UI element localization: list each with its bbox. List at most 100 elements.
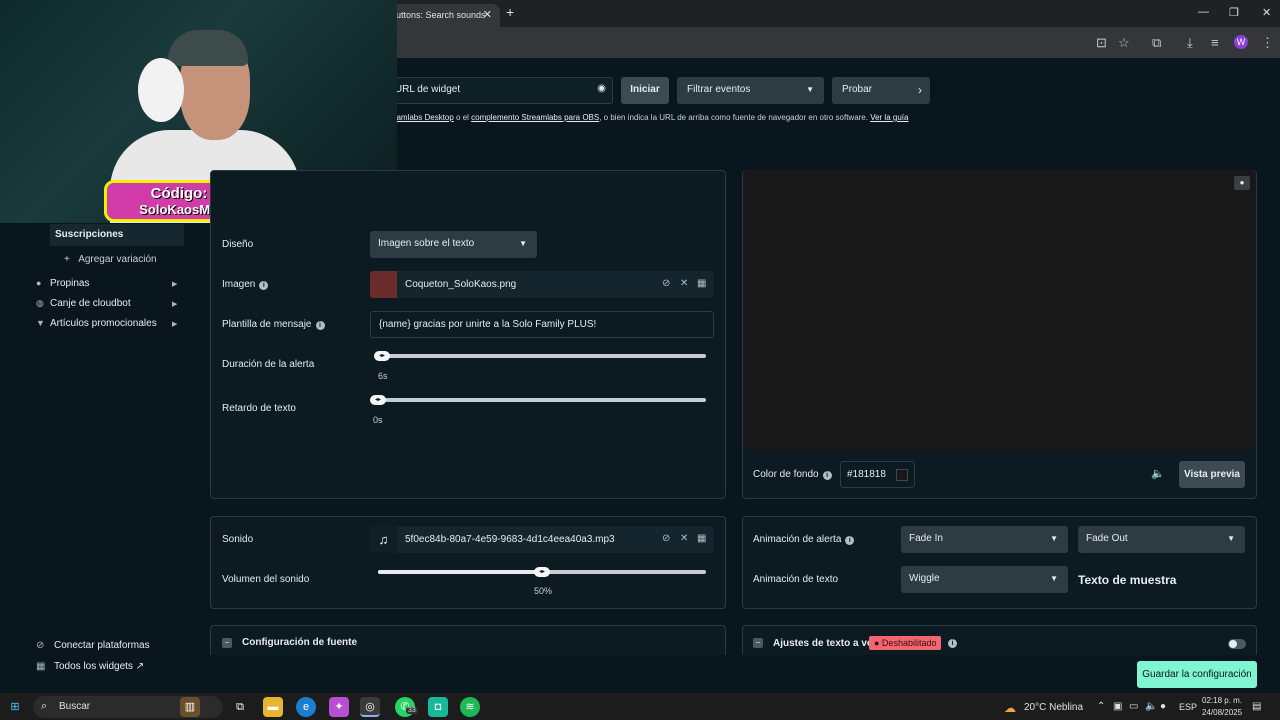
grid-icon[interactable]: ▦	[697, 278, 706, 289]
link-icon[interactable]: ⊘	[662, 278, 670, 289]
start-button[interactable]: Iniciar	[621, 77, 669, 104]
tray-icon[interactable]: ▣	[1113, 701, 1122, 712]
sound-file-name: 5f0ec84b-80a7-4e59-9683-4d1c4eea40a3.mp3	[405, 534, 615, 545]
info-icon[interactable]: i	[259, 281, 269, 290]
file-explorer-icon[interactable]: ▬	[263, 697, 283, 717]
language-indicator[interactable]: ESP	[1179, 702, 1197, 712]
menu-kebab-icon[interactable]: ⋮	[1261, 35, 1274, 51]
collapse-icon[interactable]: −	[222, 638, 232, 648]
obs-plugin-link[interactable]: complemento Streamlabs para OBS	[471, 113, 599, 122]
sidebar-item-subscriptions[interactable]: Suscripciones	[50, 224, 184, 246]
all-widgets-link[interactable]: ▦ Todos los widgets ↗	[36, 661, 144, 672]
bg-color-value: #181818	[847, 469, 886, 480]
design-label: Diseño	[222, 239, 254, 250]
sidebar-item-tips[interactable]: ● Propinas	[36, 278, 89, 289]
widget-url-field[interactable]: iar URL de widget ◉	[372, 77, 613, 104]
volume-icon[interactable]: 🔈	[1145, 701, 1157, 712]
connect-platforms-link[interactable]: ⊘ Conectar plataformas	[36, 640, 150, 651]
sample-text: Texto de muestra	[1078, 573, 1177, 587]
close-icon[interactable]: ✕	[680, 278, 688, 289]
profile-avatar[interactable]: W	[1234, 35, 1248, 49]
collapse-icon[interactable]: −	[753, 638, 763, 648]
chat-icon: ◍	[36, 298, 44, 308]
filter-events-dropdown[interactable]: Filtrar eventos ▼	[677, 77, 824, 104]
app-icon[interactable]: ◘	[428, 697, 448, 717]
preview-button[interactable]: Vista previa	[1179, 461, 1245, 488]
minimize-icon[interactable]: —	[1198, 6, 1209, 18]
search-icon: ⌕	[41, 700, 48, 712]
text-delay-slider-handle[interactable]: ◂▸	[370, 395, 386, 405]
message-template-input[interactable]: {name} gracias por unirte a la Solo Fami…	[370, 311, 714, 338]
weather-text[interactable]: 20°C Neblina	[1024, 702, 1083, 713]
preview-area: ●	[743, 170, 1256, 450]
image-file-field[interactable]: Coqueton_SoloKaos.png ⊘ ✕ ▦	[370, 271, 714, 298]
save-button[interactable]: Guardar la configuración	[1137, 661, 1257, 688]
info-icon[interactable]: i	[822, 471, 832, 480]
text-delay-value: 0s	[373, 415, 383, 425]
clock-date[interactable]: 24/08/2025	[1202, 708, 1242, 717]
sound-file-field[interactable]: ♫ 5f0ec84b-80a7-4e59-9683-4d1c4eea40a3.m…	[370, 526, 714, 553]
sidebar-item-merch[interactable]: ▼ Artículos promocionales	[36, 318, 157, 329]
chevron-down-icon: ▼	[806, 85, 814, 94]
info-icon[interactable]: i	[845, 536, 855, 545]
microphone-icon[interactable]: ●	[1160, 701, 1166, 712]
template-label: Plantilla de mensaje i	[222, 319, 325, 330]
star-icon[interactable]: ☆	[1118, 35, 1130, 51]
text-animation-select[interactable]: Wiggle ▼	[901, 566, 1068, 593]
chevron-up-icon[interactable]: ⌃	[1097, 701, 1105, 712]
volume-value: 50%	[534, 586, 553, 596]
info-icon[interactable]: i	[315, 321, 325, 330]
info-icon[interactable]: i	[948, 639, 957, 648]
task-view-icon[interactable]: ⧉	[230, 697, 250, 717]
notification-icon[interactable]: ▤	[1252, 701, 1261, 712]
edge-icon[interactable]: e	[296, 697, 316, 717]
clock-time[interactable]: 02:18 p. m.	[1202, 696, 1242, 705]
chrome-icon[interactable]: ◎	[360, 697, 380, 717]
preview-info-icon[interactable]: ●	[1234, 176, 1250, 190]
streamlabs-desktop-link[interactable]: eamlabs Desktop	[392, 113, 454, 122]
reading-list-icon[interactable]: ≡	[1211, 35, 1219, 50]
shirt-icon: ▼	[36, 318, 45, 328]
guide-link[interactable]: Ver la guía	[870, 113, 908, 122]
download-icon[interactable]: ⤓	[1187, 35, 1193, 51]
webcam-cap	[168, 30, 248, 66]
browser-tab[interactable]: uttons: Search sounds ✕	[380, 4, 500, 27]
tts-toggle[interactable]	[1228, 639, 1246, 649]
test-label: Probar	[842, 84, 873, 95]
tray-icon[interactable]: ▭	[1129, 701, 1138, 712]
bg-color-input[interactable]: #181818	[840, 461, 915, 488]
eye-icon[interactable]: ◉	[597, 83, 606, 94]
copilot-icon[interactable]: ✦	[329, 697, 349, 717]
design-select[interactable]: Imagen sobre el texto ▼	[370, 231, 537, 258]
alert-animation-label: Animación de alerta i	[753, 534, 855, 545]
duration-slider-track[interactable]	[378, 354, 706, 358]
volume-slider-handle[interactable]: ◂▸	[534, 567, 550, 577]
extensions-icon[interactable]: ⧉	[1152, 35, 1161, 51]
duration-slider-handle[interactable]: ◂▸	[374, 351, 390, 361]
add-variation-button[interactable]: + Agregar variación	[64, 254, 157, 265]
tab-title: uttons: Search sounds	[396, 10, 486, 20]
color-swatch[interactable]	[896, 469, 908, 481]
link-icon[interactable]: ⊘	[662, 533, 670, 544]
test-button[interactable]: Probar ›	[832, 77, 930, 104]
setup-info-text: eamlabs Desktop o el complemento Streaml…	[392, 113, 909, 122]
filter-events-label: Filtrar eventos	[687, 84, 751, 95]
spotify-icon[interactable]: ≋	[460, 697, 480, 717]
close-icon[interactable]: ✕	[680, 533, 688, 544]
alert-in-select[interactable]: Fade In ▼	[901, 526, 1068, 553]
sound-label: Sonido	[222, 534, 254, 545]
windows-start-icon[interactable]: ⊞	[5, 697, 25, 717]
new-tab-button[interactable]: +	[506, 4, 514, 20]
translate-icon[interactable]: ⊡	[1096, 35, 1107, 51]
speaker-icon[interactable]: 🔈	[1151, 467, 1165, 480]
alert-out-select[interactable]: Fade Out ▼	[1078, 526, 1245, 553]
tab-close-icon[interactable]: ✕	[483, 8, 492, 21]
whatsapp-badge: 33	[406, 707, 418, 714]
font-config-title: Configuración de fuente	[242, 637, 357, 648]
grid-icon[interactable]: ▦	[697, 533, 706, 544]
close-window-icon[interactable]: ✕	[1262, 6, 1271, 19]
text-delay-slider-track[interactable]	[370, 398, 706, 402]
widgets-books-icon[interactable]: ▥	[180, 697, 200, 717]
sidebar-item-cloudbot[interactable]: ◍ Canje de cloudbot	[36, 298, 131, 309]
restore-icon[interactable]: ❐	[1229, 6, 1239, 19]
